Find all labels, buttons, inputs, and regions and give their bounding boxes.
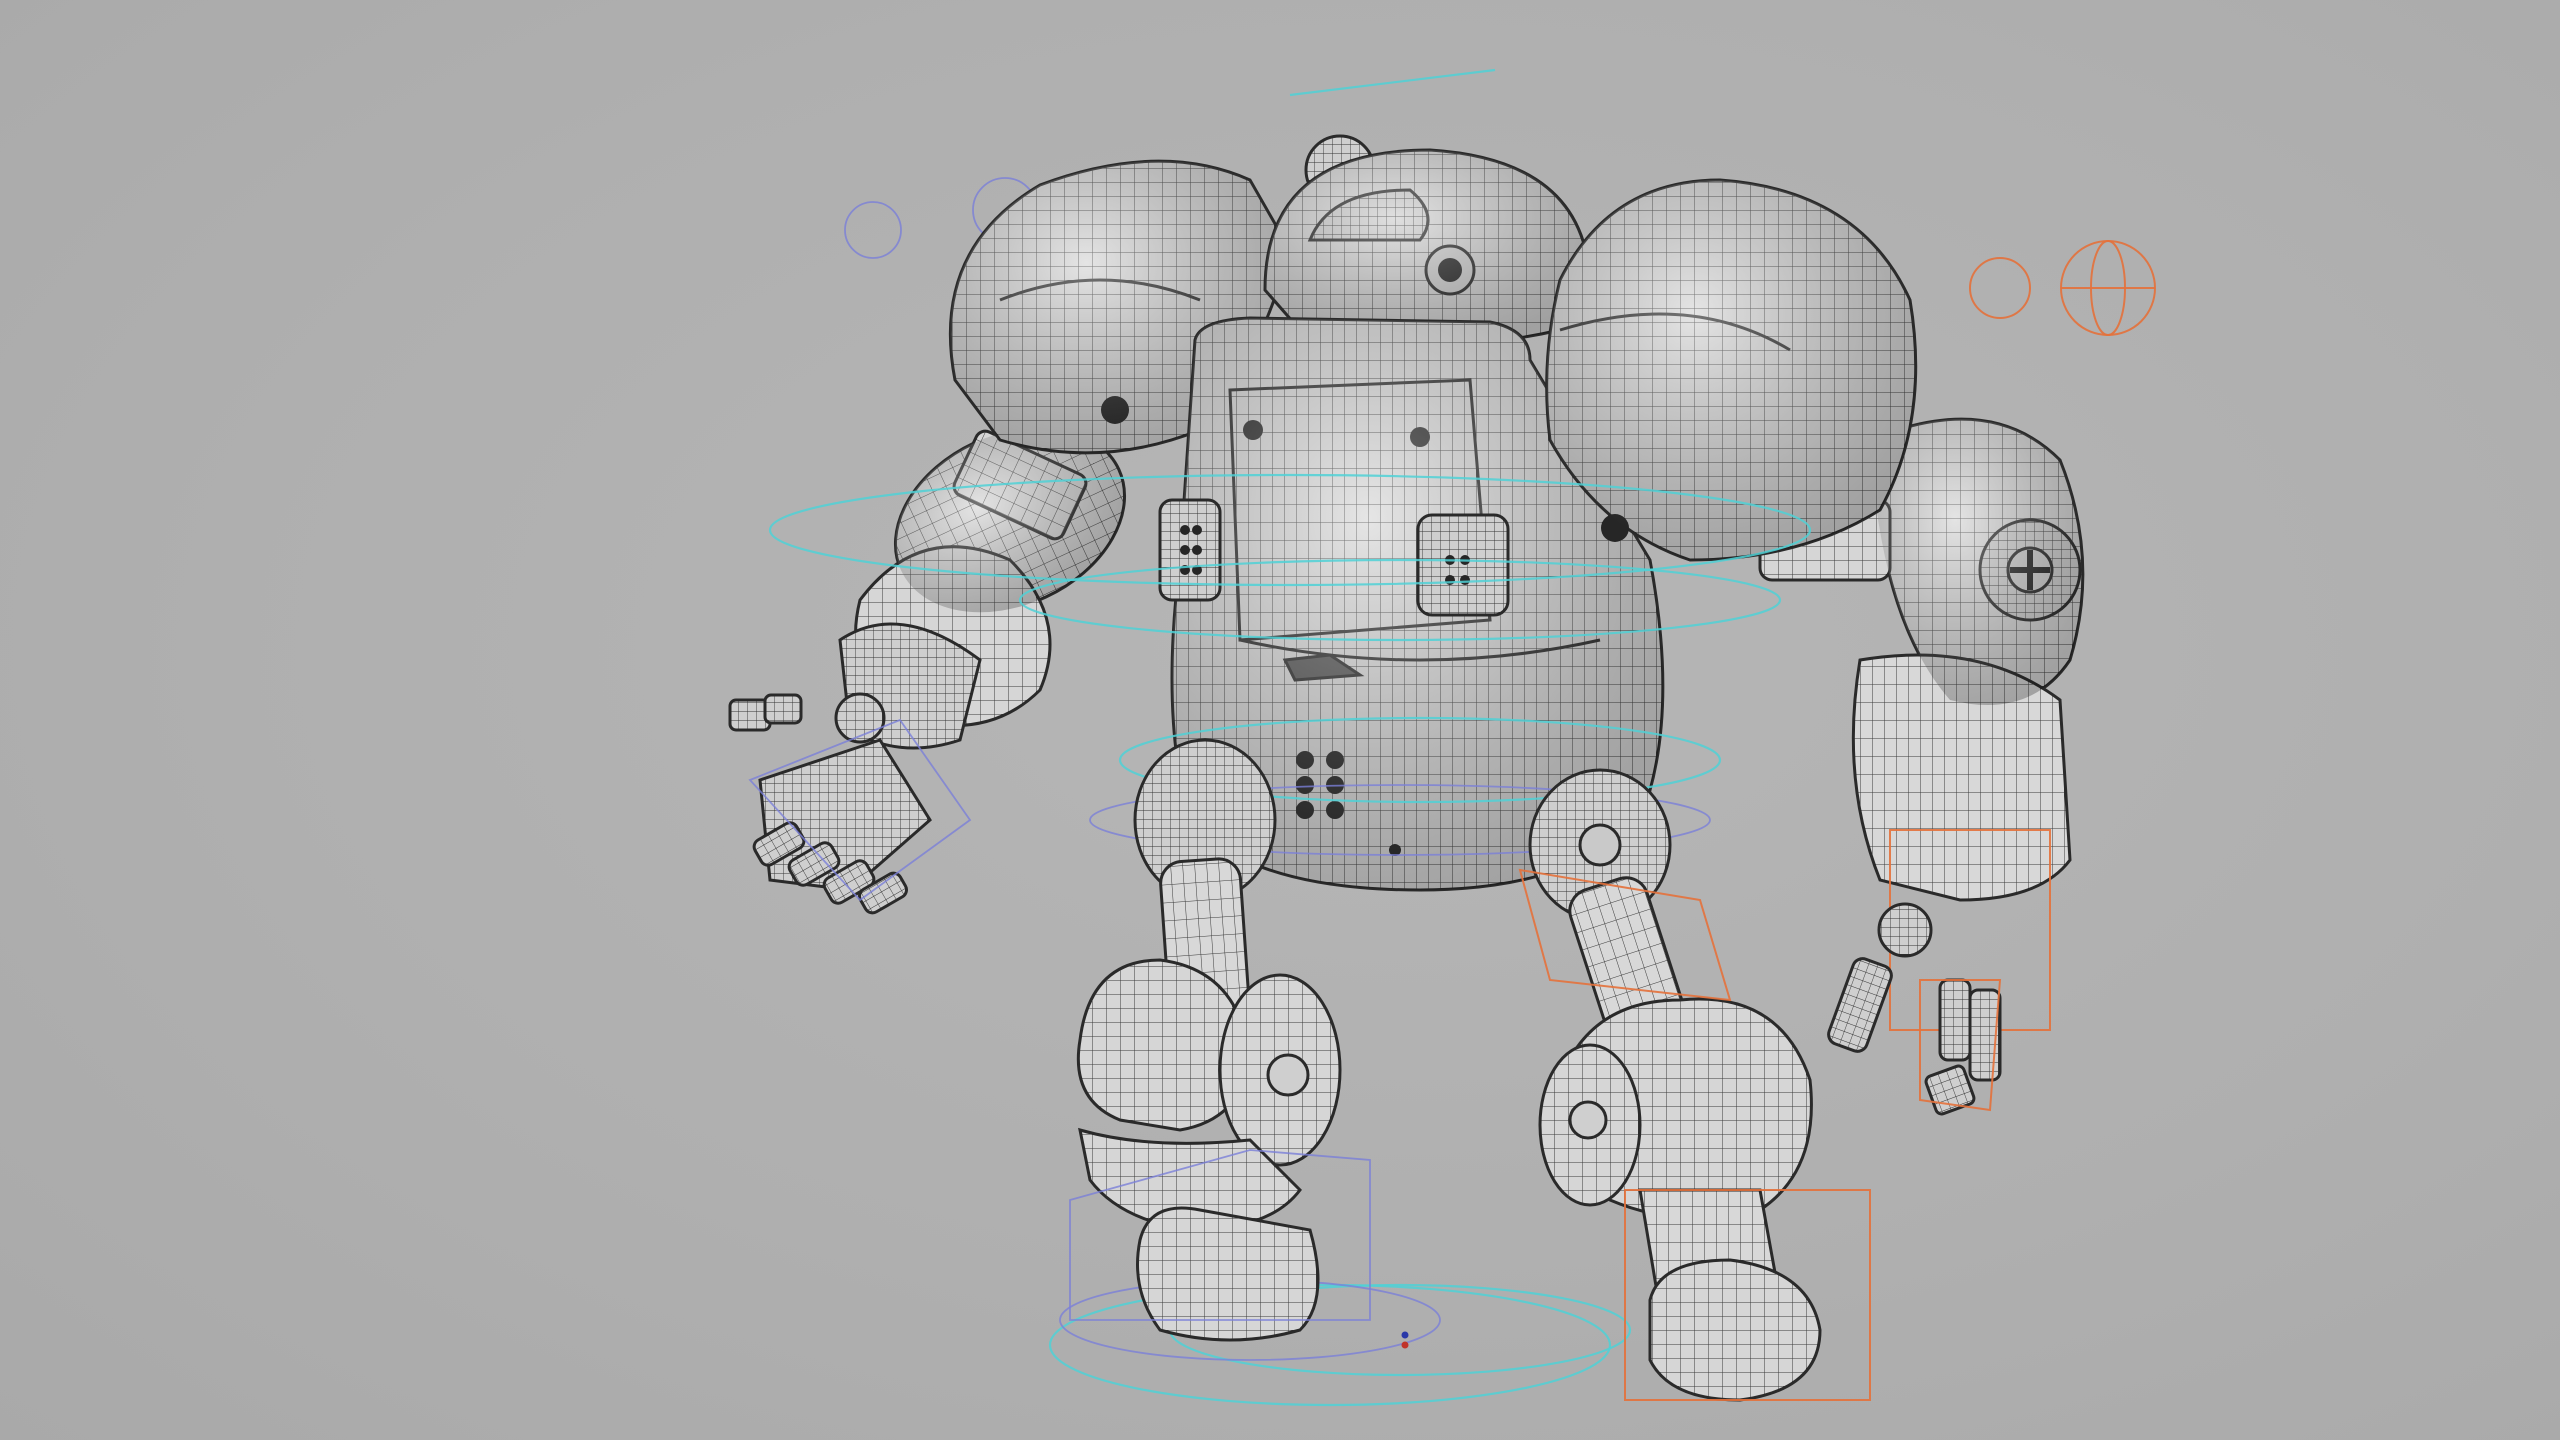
3d-viewport[interactable] [0,0,2560,1440]
robot-wireframe-scene[interactable] [0,0,2560,1440]
right-shoulder-pad[interactable] [1545,178,1918,562]
head-dome[interactable] [1263,134,1592,347]
ground-control-rings[interactable] [1048,1279,1632,1407]
right-leg[interactable] [1518,768,1871,1402]
right-hand[interactable] [1826,902,2002,1116]
head-control-line[interactable] [1289,68,1496,97]
root-locator[interactable] [1401,1331,1409,1349]
